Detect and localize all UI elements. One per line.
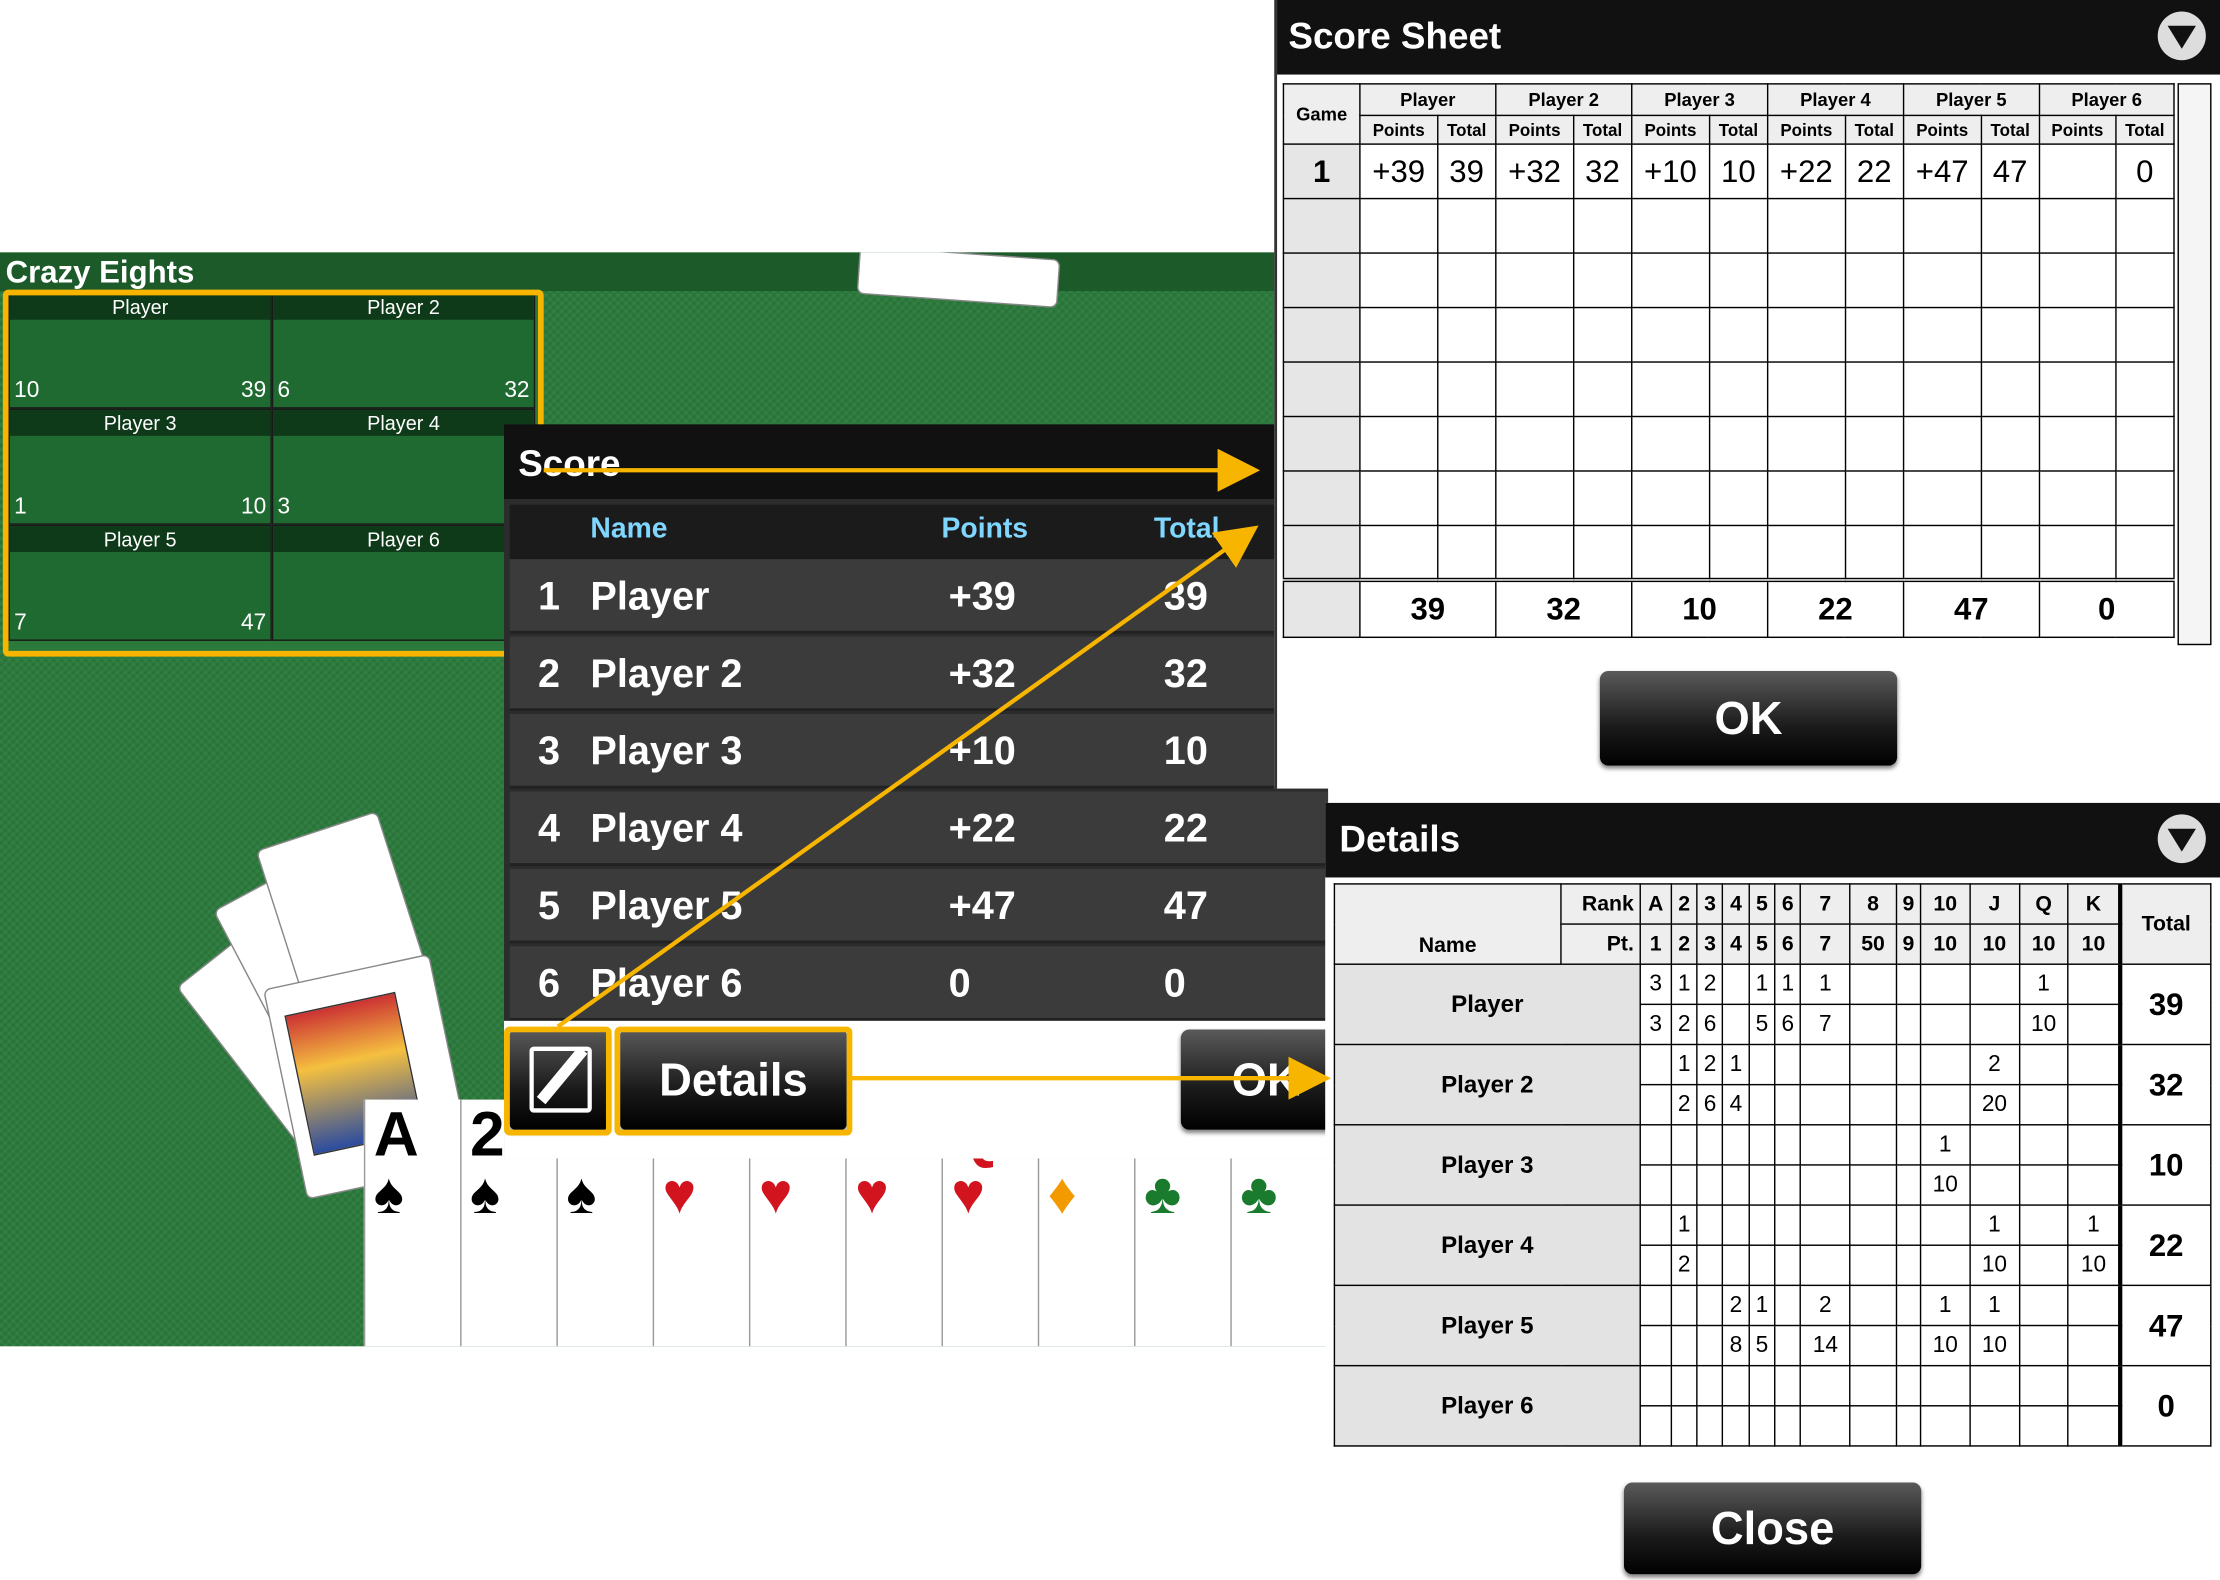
composite-stage: Crazy Eights A♠2♠6♠A♥3♥7♥Q♥A♦3♣5♣ Player… <box>0 0 2220 1580</box>
arrow-edit-to-sheet <box>556 525 1259 1029</box>
annotation-arrows <box>543 448 1331 1100</box>
